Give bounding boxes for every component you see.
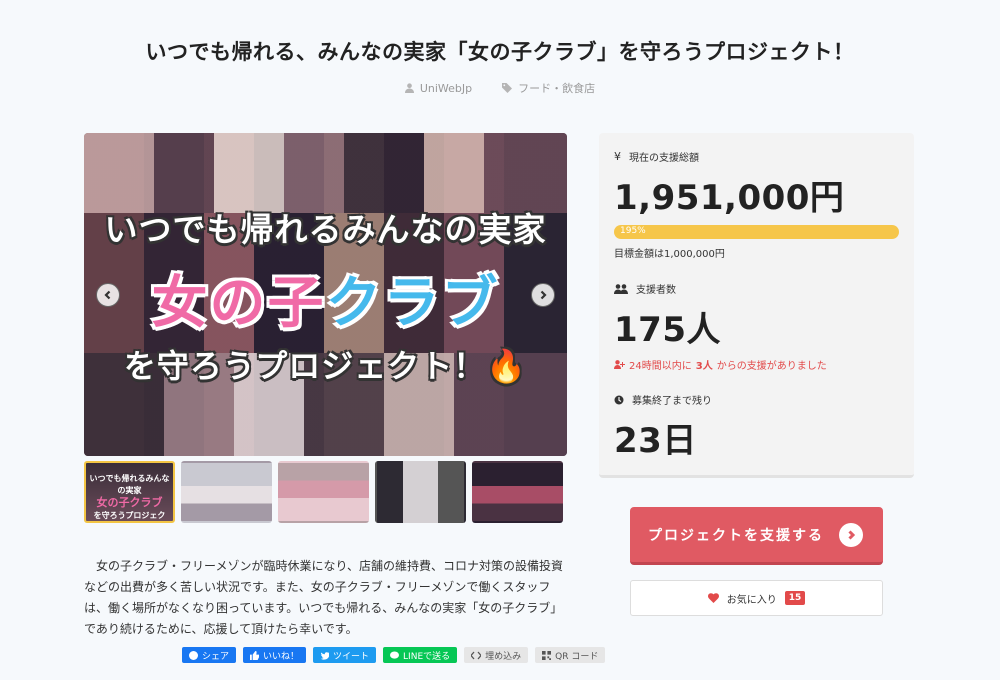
support-project-label: プロジェクトを支援する	[648, 527, 824, 544]
hero-text-pink: 女の子	[151, 271, 326, 336]
funding-goal: 目標金額は1,000,000円	[614, 249, 725, 260]
thumbs-up-icon	[250, 650, 260, 660]
users-icon	[614, 283, 628, 294]
twitter-icon	[320, 651, 330, 660]
project-meta: UniWebJp フード・飲食店	[0, 80, 1000, 96]
author-name: UniWebJp	[419, 81, 473, 95]
thumbnail-2[interactable]	[181, 461, 272, 523]
hero-text-line1: いつでも帰れるみんなの実家	[104, 210, 547, 249]
project-title: いつでも帰れる、みんなの実家「女の子クラブ」を守ろうプロジェクト！	[145, 40, 855, 64]
qr-code-label: QR コード	[555, 651, 599, 662]
author-link[interactable]: UniWebJp	[404, 80, 473, 96]
embed-label: 埋め込み	[485, 651, 522, 662]
recent-prefix: 24時間以内に	[629, 361, 692, 372]
tweet-label: ツイート	[333, 651, 370, 662]
hero-carousel[interactable]: いつでも帰れるみんなの実家 女の子クラブ を守ろうプロジェクト！🔥	[84, 133, 567, 456]
remaining-days: 23日	[614, 421, 697, 461]
carousel-thumbnails: いつでも帰れるみんなの実家 女の子クラブ を守ろうプロジェクト！	[84, 461, 567, 523]
thumbnail-1[interactable]: いつでも帰れるみんなの実家 女の子クラブ を守ろうプロジェクト！	[84, 461, 175, 523]
share-buttons: シェア いいね！ ツイート LINEで送る 埋め込み QR コード	[182, 647, 606, 663]
line-icon	[390, 650, 400, 659]
backers-stat: 支援者数 175人 24時間以内に 3人 からの支援がありました	[614, 281, 904, 372]
thumbnail-4[interactable]	[375, 461, 466, 523]
carousel-prev-button[interactable]	[96, 283, 120, 307]
heart-icon	[707, 593, 719, 603]
favorite-count-badge: 15	[784, 591, 806, 605]
thumbnail-3[interactable]	[278, 461, 369, 523]
clock-icon	[614, 395, 624, 404]
backers-count: 175人	[614, 310, 721, 350]
total-funding-label-row: ¥ 現在の支援総額	[614, 149, 904, 164]
facebook-like-button[interactable]: いいね！	[243, 647, 307, 663]
total-funding-stat: ¥ 現在の支援総額 1,951,000円 195% 目標金額は1,000,000…	[614, 149, 904, 260]
remaining-time-stat: 募集終了まで残り 23日	[614, 392, 904, 462]
facebook-like-label: いいね！	[263, 651, 300, 662]
yen-icon: ¥	[614, 150, 621, 163]
tag-icon	[502, 83, 513, 93]
funding-progress-bar: 195%	[614, 225, 899, 239]
support-project-button[interactable]: プロジェクトを支援する	[630, 507, 883, 565]
user-plus-icon	[614, 360, 625, 369]
line-share-button[interactable]: LINEで送る	[383, 647, 458, 663]
hero-text-blue: クラブ	[325, 271, 500, 336]
favorite-button[interactable]: お気に入り 15	[630, 580, 883, 616]
facebook-share-button[interactable]: シェア	[182, 647, 237, 663]
carousel-next-button[interactable]	[531, 283, 555, 307]
facebook-icon	[189, 650, 198, 660]
backers-label-row: 支援者数	[614, 281, 904, 296]
total-funding-amount: 1,951,000円	[614, 178, 845, 218]
arrow-right-circle-icon	[839, 522, 863, 547]
thumbnail-1-line1: いつでも帰れるみんなの実家	[89, 474, 170, 495]
remaining-label: 募集終了まで残り	[632, 396, 712, 407]
funding-stats-panel: ¥ 現在の支援総額 1,951,000円 195% 目標金額は1,000,000…	[599, 133, 914, 478]
code-icon	[471, 651, 482, 659]
qr-code-button[interactable]: QR コード	[535, 647, 606, 663]
recent-count: 3人	[695, 361, 713, 372]
thumbnail-1-text: いつでも帰れるみんなの実家 女の子クラブ を守ろうプロジェクト！	[86, 473, 173, 521]
funding-progress-text: 195%	[620, 226, 646, 236]
line-share-label: LINEで送る	[403, 651, 451, 662]
qr-code-icon	[542, 650, 552, 660]
recent-suffix: からの支援がありました	[716, 361, 827, 372]
user-icon	[404, 83, 414, 93]
hero-text-line2: 女の子クラブ	[84, 258, 567, 339]
remaining-label-row: 募集終了まで残り	[614, 392, 904, 407]
total-funding-label: 現在の支援総額	[629, 153, 699, 164]
hero-text-line3: を守ろうプロジェクト！🔥	[123, 347, 528, 385]
backers-label: 支援者数	[636, 285, 676, 296]
chevron-left-icon	[104, 290, 111, 300]
facebook-share-label: シェア	[202, 651, 230, 662]
tweet-button[interactable]: ツイート	[313, 647, 377, 663]
category-link[interactable]: フード・飲食店	[502, 80, 595, 96]
favorite-label: お気に入り	[726, 594, 777, 606]
thumbnail-5[interactable]	[472, 461, 563, 523]
hero-photo-top	[84, 133, 567, 213]
embed-button[interactable]: 埋め込み	[464, 647, 529, 663]
recent-backers-notice: 24時間以内に 3人 からの支援がありました	[614, 357, 904, 372]
category-name: フード・飲食店	[518, 82, 596, 95]
thumbnail-1-line3: を守ろうプロジェクト！	[93, 511, 166, 520]
project-description: 女の子クラブ・フリーメゾンが臨時休業になり、店舗の維持費、コロナ対策の設備投資な…	[84, 559, 564, 636]
chevron-right-icon	[540, 290, 547, 300]
thumbnail-1-line2: 女の子クラブ	[96, 496, 163, 509]
